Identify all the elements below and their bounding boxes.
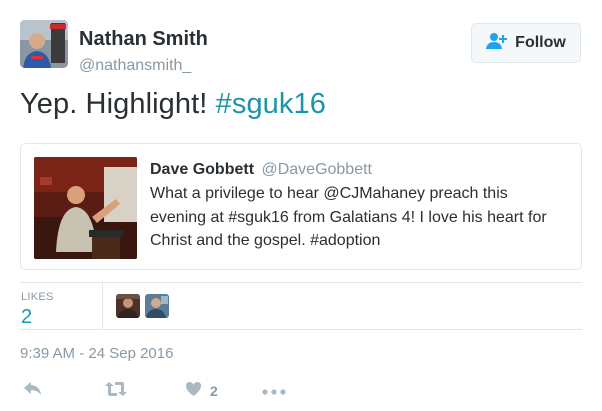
author-name[interactable]: Nathan Smith xyxy=(79,28,208,51)
retweet-button[interactable] xyxy=(104,378,128,404)
tweet-text-plain: Yep. Highlight! xyxy=(20,88,216,120)
likes-stat[interactable]: LIKES 2 xyxy=(20,283,103,329)
heart-icon xyxy=(185,381,202,402)
tweet-hashtag[interactable]: #sguk16 xyxy=(216,88,326,120)
likes-count: 2 xyxy=(21,306,33,328)
likes-label: LIKES xyxy=(21,291,54,303)
quoted-tweet-author: Dave Gobbett @DaveGobbett xyxy=(150,161,372,179)
liker-avatar[interactable] xyxy=(145,294,169,318)
tweet-actions: 2 xyxy=(20,378,320,404)
tweet-timestamp[interactable]: 9:39 AM - 24 Sep 2016 xyxy=(20,345,173,362)
more-button[interactable] xyxy=(262,378,286,404)
follow-user-icon xyxy=(486,32,508,55)
liker-avatar[interactable] xyxy=(116,294,140,318)
like-count: 2 xyxy=(210,383,218,399)
author-avatar[interactable] xyxy=(20,20,68,68)
like-button[interactable]: 2 xyxy=(185,378,218,404)
tweet-stats: LIKES 2 xyxy=(20,282,582,330)
tweet-text: Yep. Highlight! #sguk16 xyxy=(20,88,326,121)
quoted-tweet-text: What a privilege to hear @CJMahaney prea… xyxy=(150,185,547,249)
author-handle[interactable]: @nathansmith_ xyxy=(79,57,191,75)
reply-icon xyxy=(23,381,43,402)
follow-button[interactable]: Follow xyxy=(471,23,581,63)
follow-label: Follow xyxy=(515,34,566,51)
quoted-tweet-photo xyxy=(34,157,137,259)
quoted-author-name: Dave Gobbett xyxy=(150,161,255,178)
more-icon xyxy=(262,382,286,400)
quoted-author-handle: @DaveGobbett xyxy=(261,161,372,178)
reply-button[interactable] xyxy=(23,378,43,404)
quoted-tweet-card[interactable]: Dave Gobbett @DaveGobbett What a privile… xyxy=(20,143,582,270)
retweet-icon xyxy=(104,381,128,402)
